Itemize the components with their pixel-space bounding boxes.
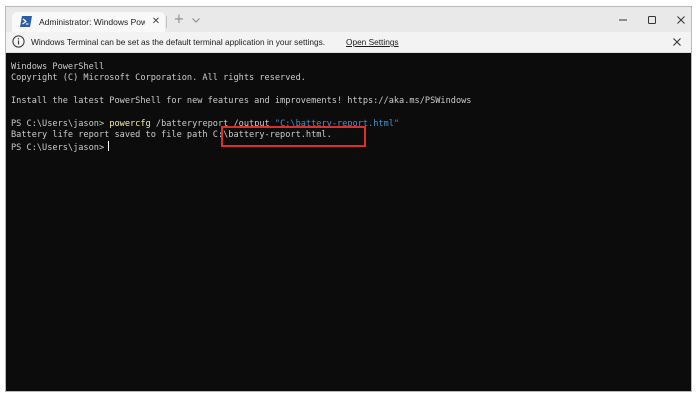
tab-powershell[interactable]: Administrator: Windows PowerS ✕	[12, 12, 165, 32]
info-icon	[12, 35, 25, 48]
info-message: Windows Terminal can be set as the defau…	[31, 37, 326, 47]
tab-divider	[166, 16, 167, 28]
close-icon	[677, 15, 685, 24]
terminal-output[interactable]: Windows PowerShell Copyright (C) Microso…	[6, 54, 691, 391]
command-name: powercfg	[109, 119, 151, 129]
powershell-icon	[20, 16, 32, 27]
minimize-icon	[619, 19, 627, 20]
text-cursor	[108, 141, 110, 151]
prompt: PS C:\Users\jason>	[11, 143, 105, 153]
tab-close-icon[interactable]: ✕	[150, 15, 162, 29]
maximize-button[interactable]	[637, 7, 667, 32]
window-close-button[interactable]	[666, 7, 691, 32]
copyright-line: Copyright (C) Microsoft Corporation. All…	[11, 73, 306, 83]
terminal-window: Administrator: Windows PowerS ✕ +	[5, 6, 692, 392]
output-prefix: Battery life report saved to file path	[11, 130, 213, 140]
prompt: PS C:\Users\jason>	[11, 119, 110, 129]
minimize-button[interactable]	[608, 7, 638, 32]
open-settings-link[interactable]: Open Settings	[346, 36, 399, 48]
tab-title: Administrator: Windows PowerS	[39, 17, 145, 27]
install-line: Install the latest PowerShell for new fe…	[11, 96, 472, 106]
close-icon[interactable]	[670, 35, 684, 49]
new-tab-button[interactable]: +	[171, 12, 187, 28]
info-bar: Windows Terminal can be set as the defau…	[6, 32, 691, 53]
title-bar: Administrator: Windows PowerS ✕ +	[6, 7, 691, 32]
current-prompt-line: PS C:\Users\jason>	[11, 141, 110, 153]
chevron-down-icon[interactable]	[189, 13, 203, 27]
maximize-icon	[648, 15, 656, 24]
highlight-annotation	[221, 126, 366, 147]
